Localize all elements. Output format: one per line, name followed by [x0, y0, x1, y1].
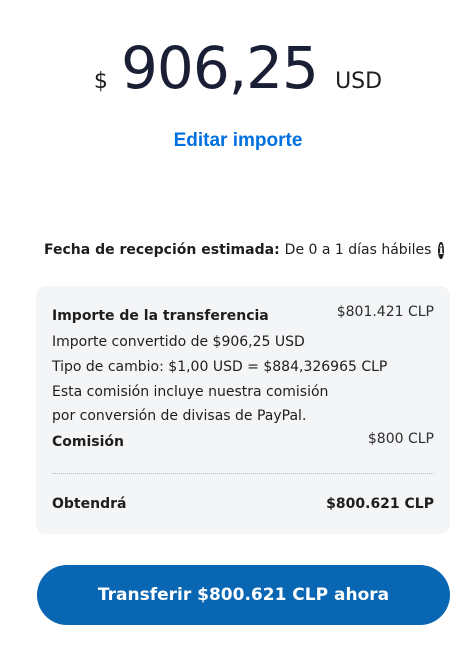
estimated-arrival: Fecha de recepción estimada: De 0 a 1 dí…: [44, 239, 444, 261]
receive-label: Obtendrá: [52, 496, 127, 512]
eta-value: De 0 a 1 días hábiles: [284, 242, 432, 258]
currency-code: USD: [335, 69, 383, 94]
fee-note-line-1: Esta comisión incluye nuestra comisión: [52, 384, 329, 400]
transfer-amount-value: $801.421 CLP: [336, 304, 434, 320]
info-icon[interactable]: i: [438, 241, 444, 259]
fee-note-line-2: por conversión de divisas de PayPal.: [52, 408, 307, 424]
fee-value: $800 CLP: [367, 431, 434, 447]
transfer-summary-card: Importe de la transferencia $801.421 CLP…: [36, 286, 450, 534]
edit-amount-link[interactable]: Editar importe: [0, 130, 476, 152]
converted-amount-line: Importe convertido de $906,25 USD: [52, 334, 305, 350]
eta-label: Fecha de recepción estimada:: [44, 242, 280, 258]
transfer-amount-label: Importe de la transferencia: [52, 308, 269, 324]
summary-divider: [52, 473, 434, 474]
currency-symbol: $: [93, 69, 108, 94]
fee-label: Comisión: [52, 434, 124, 450]
amount-display: $ 906,25 USD: [0, 34, 476, 108]
exchange-rate-line: Tipo de cambio: $1,00 USD = $884,326965 …: [52, 359, 388, 375]
amount-value: 906,25: [121, 34, 319, 102]
transfer-now-button[interactable]: Transferir $800.621 CLP ahora: [37, 565, 450, 625]
receive-value: $800.621 CLP: [326, 496, 434, 512]
